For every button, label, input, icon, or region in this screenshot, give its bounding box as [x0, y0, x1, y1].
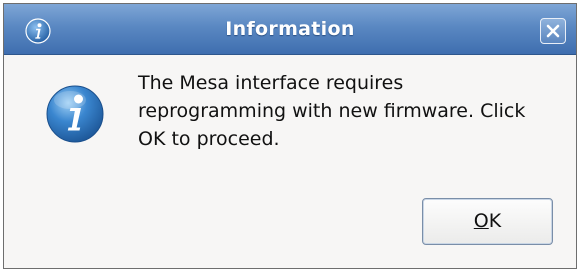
title-bar[interactable]: Information — [4, 4, 576, 55]
dialog-body: The Mesa interface requires reprogrammin… — [4, 55, 576, 268]
ok-label-rest: K — [488, 210, 502, 232]
close-button[interactable] — [540, 18, 566, 44]
info-icon — [46, 85, 104, 143]
message-line: The Mesa interface requires — [138, 72, 404, 94]
message-line: OK to proceed. — [138, 128, 280, 150]
close-icon — [546, 24, 560, 38]
dialog-window: Information The Mesa interface requires — [3, 3, 577, 269]
message-line: reprogramming with new firmware. Click — [138, 100, 526, 122]
ok-mnemonic: O — [473, 210, 489, 232]
ok-button[interactable]: OK — [422, 198, 553, 245]
message-text: The Mesa interface requires reprogrammin… — [138, 69, 566, 153]
window-title: Information — [225, 18, 355, 40]
